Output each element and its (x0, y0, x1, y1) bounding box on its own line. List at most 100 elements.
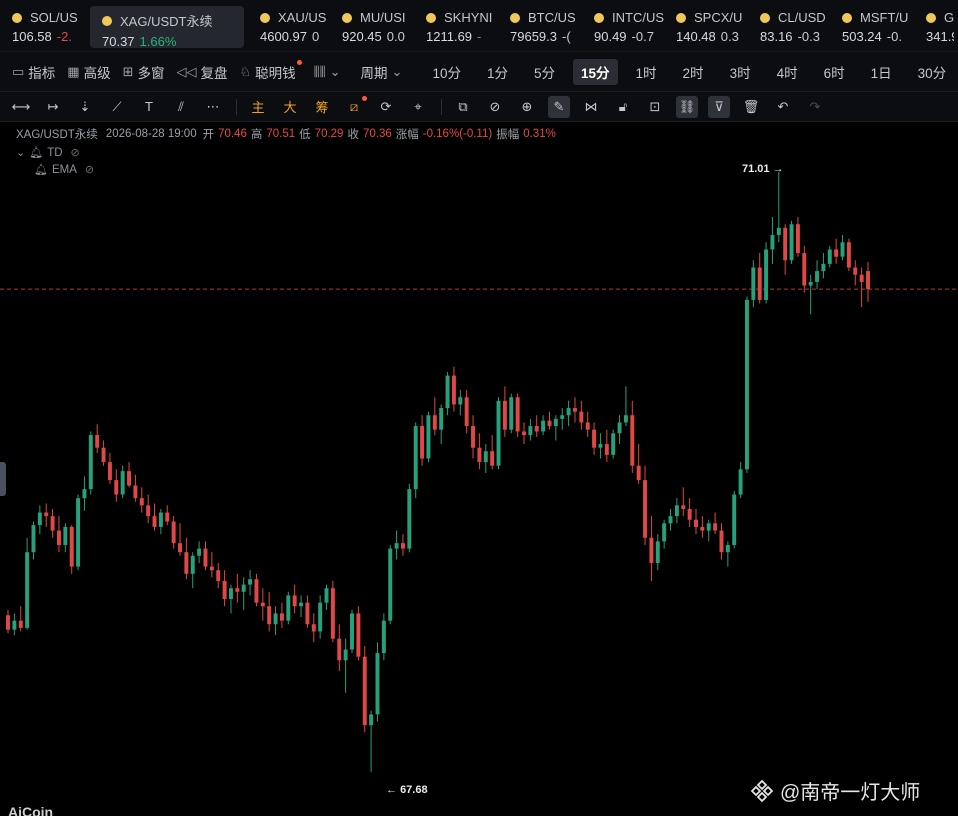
candle[interactable] (337, 624, 342, 672)
candle[interactable] (643, 465, 648, 545)
candle[interactable] (528, 418, 533, 441)
timeframe-tab[interactable]: 3时 (722, 59, 759, 85)
candle[interactable] (203, 541, 208, 571)
undo-icon[interactable]: ↶ (772, 96, 794, 118)
redo-icon[interactable]: ↷ (804, 96, 826, 118)
candle[interactable] (318, 595, 323, 639)
candle[interactable] (273, 606, 278, 636)
candle[interactable] (827, 245, 832, 268)
candle[interactable] (18, 606, 23, 632)
copy-icon[interactable]: ⧉ (452, 96, 474, 118)
indicator-td[interactable]: ⌄ 🔔︎ TD ⊘ (16, 146, 560, 160)
candle[interactable] (324, 584, 329, 610)
candlestick-chart[interactable] (0, 122, 958, 816)
timeframe-tab[interactable]: 1时 (628, 59, 665, 85)
pattern-icon[interactable]: ⧄ (343, 95, 367, 118)
candle[interactable] (738, 462, 743, 499)
candle[interactable] (630, 400, 635, 473)
candle[interactable] (719, 523, 724, 560)
candle[interactable] (789, 220, 794, 264)
candle[interactable] (515, 393, 520, 437)
candle[interactable] (178, 523, 182, 556)
candle[interactable] (235, 573, 240, 603)
candle[interactable] (655, 534, 660, 571)
candle[interactable] (432, 397, 437, 436)
candle[interactable] (222, 570, 227, 607)
edit-icon[interactable]: ⊡ (644, 96, 666, 118)
candle[interactable] (133, 474, 138, 502)
candle[interactable] (25, 537, 30, 630)
ticker-item[interactable]: XAG/USDT永续 70.37 1.66% (90, 6, 244, 48)
candle[interactable] (190, 552, 195, 589)
trash-icon[interactable]: 🗑︎ (740, 96, 762, 118)
candle[interactable] (451, 366, 456, 412)
candle[interactable] (107, 453, 112, 484)
candle[interactable] (69, 525, 74, 574)
candle[interactable] (534, 415, 539, 437)
candle[interactable] (216, 562, 221, 589)
candle[interactable] (509, 393, 514, 434)
candle[interactable] (413, 422, 418, 499)
chart-canvas[interactable] (0, 122, 958, 816)
chip-distribution-button[interactable]: 筹 (311, 96, 333, 118)
candle[interactable] (171, 516, 176, 549)
candle[interactable] (604, 429, 609, 463)
candle[interactable] (101, 440, 106, 466)
candle[interactable] (76, 494, 81, 571)
timeframe-tab[interactable]: 30分 (910, 59, 955, 85)
period-dropdown[interactable]: 周期 ⌄ (361, 62, 407, 82)
candle[interactable] (350, 609, 354, 654)
candle[interactable] (228, 584, 233, 614)
candle[interactable] (407, 483, 412, 553)
more-tools-icon[interactable]: ⋯ (202, 96, 224, 118)
ticker-item[interactable]: SOL/US 106.58 -2. (0, 0, 86, 51)
candle[interactable] (311, 613, 316, 643)
candle[interactable] (834, 238, 839, 264)
measure-icon[interactable]: ⌖ (407, 96, 429, 118)
candle[interactable] (44, 503, 49, 527)
lock-icon[interactable]: 🔓︎ (612, 96, 634, 118)
timeframe-tab[interactable]: 15分 (573, 58, 618, 85)
candle[interactable] (12, 613, 17, 636)
replay-button[interactable]: ◁◁ 复盘 (177, 62, 228, 82)
candle[interactable] (445, 372, 450, 416)
candle[interactable] (840, 235, 845, 261)
main-indicator-button[interactable]: 主 (247, 96, 269, 118)
candle[interactable] (152, 503, 157, 531)
candle[interactable] (6, 609, 10, 634)
ticker-item[interactable]: MSFT/U 503.24 -0. (830, 0, 914, 51)
candle[interactable] (426, 411, 431, 463)
big-order-button[interactable]: 大 (279, 96, 301, 118)
candle[interactable] (579, 400, 584, 430)
candle[interactable] (120, 465, 125, 499)
candle[interactable] (267, 591, 272, 632)
bell-icon[interactable]: 🔔︎ (34, 163, 48, 176)
candle[interactable] (687, 498, 692, 527)
candle[interactable] (592, 422, 597, 455)
timeframe-tab[interactable]: 1分 (479, 59, 516, 85)
candle[interactable] (260, 588, 265, 621)
candle[interactable] (681, 487, 686, 517)
candle[interactable] (471, 415, 476, 459)
candle[interactable] (636, 444, 641, 484)
candle[interactable] (815, 260, 820, 290)
text-tool-icon[interactable]: T (138, 96, 160, 118)
candle[interactable] (490, 435, 495, 470)
candle[interactable] (375, 642, 380, 722)
candle[interactable] (802, 245, 807, 293)
horizontal-line-icon[interactable]: ⟷ (10, 96, 32, 118)
candle[interactable] (158, 508, 163, 535)
candle[interactable] (197, 541, 202, 563)
candle[interactable] (388, 544, 393, 625)
horizontal-ray-icon[interactable]: ↦ (42, 96, 64, 118)
ticker-item[interactable]: SKHYNI 1211.69- (414, 0, 498, 51)
candle[interactable] (764, 242, 769, 304)
candle[interactable] (82, 476, 87, 511)
candle[interactable] (31, 521, 36, 560)
candle[interactable] (808, 274, 813, 315)
candle[interactable] (668, 508, 673, 531)
eye-off-icon[interactable]: ⊘ (71, 146, 80, 159)
candle[interactable] (751, 260, 756, 308)
candle[interactable] (88, 431, 93, 495)
candle[interactable] (617, 415, 622, 445)
